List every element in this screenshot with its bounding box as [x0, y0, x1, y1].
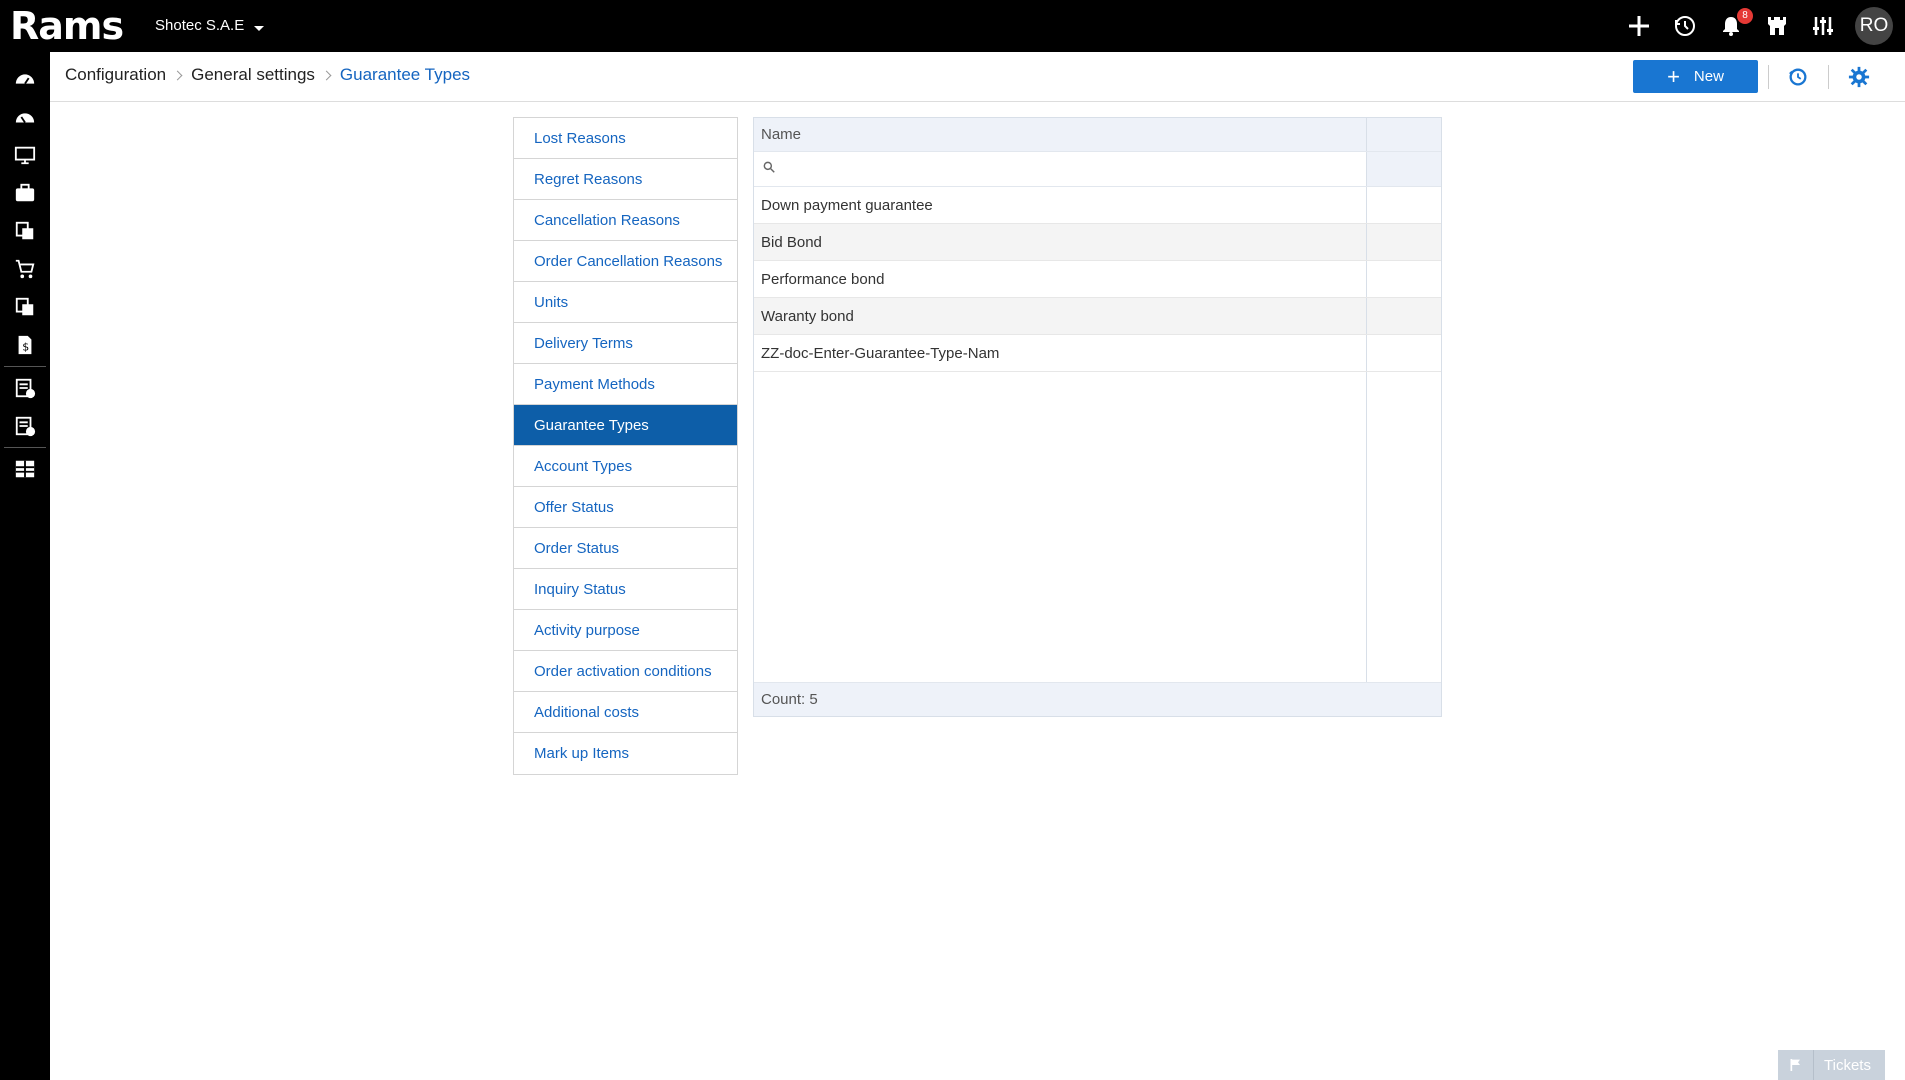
top-bar: Rams Shotec S.A.E 8 RO: [0, 0, 1905, 52]
column-header-actions: [1367, 118, 1441, 151]
user-avatar[interactable]: RO: [1855, 7, 1893, 45]
settings-item-additional-costs[interactable]: Additional costs: [514, 692, 737, 733]
new-button-label: New: [1693, 68, 1724, 85]
column-header-name[interactable]: Name: [754, 118, 1367, 151]
settings-item-cancellation-reasons[interactable]: Cancellation Reasons: [514, 200, 737, 241]
guarantee-types-grid: Name Down payment guarantee Bid Bond Per…: [753, 117, 1442, 717]
grid-header: Name: [754, 118, 1441, 152]
monitor-icon[interactable]: [0, 136, 50, 174]
app-logo[interactable]: Rams: [10, 4, 124, 48]
search-icon: [762, 160, 776, 179]
settings-item-lost-reasons[interactable]: Lost Reasons: [514, 118, 737, 159]
breadcrumb: Configuration General settings Guarantee…: [65, 65, 470, 85]
cell-name: Waranty bond: [754, 298, 1367, 334]
breadcrumb-current: Guarantee Types: [339, 65, 471, 84]
settings-item-payment-methods[interactable]: Payment Methods: [514, 364, 737, 405]
tickets-label: Tickets: [1824, 1056, 1871, 1074]
cell-name: Down payment guarantee: [754, 187, 1367, 223]
add-icon[interactable]: [1625, 12, 1653, 40]
left-sidebar: $: [0, 52, 50, 1080]
grid-empty-area: [754, 372, 1441, 682]
chevron-down-icon: [254, 26, 265, 31]
documents-icon[interactable]: [0, 212, 50, 250]
history-icon[interactable]: [1671, 12, 1699, 40]
refresh-icon[interactable]: [1785, 64, 1811, 90]
chevron-right-icon: [321, 70, 332, 80]
castle-icon[interactable]: [1763, 12, 1791, 40]
toolbar-divider: [1828, 65, 1829, 89]
settings-item-account-types[interactable]: Account Types: [514, 446, 737, 487]
settings-item-offer-status[interactable]: Offer Status: [514, 487, 737, 528]
tickets-button[interactable]: Tickets: [1778, 1050, 1885, 1080]
notification-badge: 8: [1737, 8, 1753, 24]
chevron-right-icon: [172, 70, 183, 80]
breadcrumb-general-settings[interactable]: General settings: [191, 65, 315, 85]
breadcrumb-configuration[interactable]: Configuration: [65, 65, 166, 85]
sliders-icon[interactable]: [1809, 12, 1837, 40]
settings-item-guarantee-types[interactable]: Guarantee Types: [514, 405, 737, 446]
cart-icon[interactable]: [0, 250, 50, 288]
company-name: Shotec S.A.E: [155, 17, 245, 34]
approved-docs-icon[interactable]: [0, 369, 50, 407]
settings-item-order-activation-conditions[interactable]: Order activation conditions: [514, 651, 737, 692]
company-selector[interactable]: Shotec S.A.E: [155, 17, 265, 34]
page-header: Configuration General settings Guarantee…: [50, 52, 1905, 102]
filter-actions-cell: [1367, 152, 1441, 186]
flag-icon: [1778, 1050, 1814, 1080]
settings-item-units[interactable]: Units: [514, 282, 737, 323]
reports-icon[interactable]: [0, 450, 50, 488]
settings-item-inquiry-status[interactable]: Inquiry Status: [514, 569, 737, 610]
grid-filter-row: [754, 152, 1441, 187]
table-row[interactable]: Bid Bond: [754, 224, 1441, 261]
settings-menu: Lost Reasons Regret Reasons Cancellation…: [513, 117, 738, 775]
notifications-icon[interactable]: 8: [1717, 8, 1753, 40]
table-row[interactable]: Waranty bond: [754, 298, 1441, 335]
grid-footer-count: Count: 5: [754, 682, 1441, 716]
speedometer-icon[interactable]: [0, 98, 50, 136]
plus-icon: +: [1667, 63, 1680, 89]
table-row[interactable]: ZZ-doc-Enter-Guarantee-Type-Nam: [754, 335, 1441, 372]
cell-name: Performance bond: [754, 261, 1367, 297]
settings-item-delivery-terms[interactable]: Delivery Terms: [514, 323, 737, 364]
rejected-docs-icon[interactable]: [0, 407, 50, 445]
svg-text:$: $: [22, 341, 29, 354]
sidebar-divider: [4, 447, 46, 448]
toolbar-divider: [1768, 65, 1769, 89]
new-button[interactable]: + New: [1633, 60, 1758, 93]
settings-item-activity-purpose[interactable]: Activity purpose: [514, 610, 737, 651]
logo-text: Rams: [10, 4, 124, 48]
briefcase-icon[interactable]: [0, 174, 50, 212]
gear-icon[interactable]: [1846, 64, 1872, 90]
cell-name: Bid Bond: [754, 224, 1367, 260]
settings-item-order-cancellation-reasons[interactable]: Order Cancellation Reasons: [514, 241, 737, 282]
top-actions: 8 RO: [1625, 7, 1893, 45]
files-icon[interactable]: [0, 288, 50, 326]
table-row[interactable]: Down payment guarantee: [754, 187, 1441, 224]
invoice-icon[interactable]: $: [0, 326, 50, 364]
table-row[interactable]: Performance bond: [754, 261, 1441, 298]
dashboard-icon[interactable]: [0, 60, 50, 98]
name-filter-cell[interactable]: [754, 152, 1367, 186]
sidebar-divider: [4, 366, 46, 367]
settings-item-regret-reasons[interactable]: Regret Reasons: [514, 159, 737, 200]
settings-item-order-status[interactable]: Order Status: [514, 528, 737, 569]
cell-name: ZZ-doc-Enter-Guarantee-Type-Nam: [754, 335, 1367, 371]
settings-item-mark-up-items[interactable]: Mark up Items: [514, 733, 737, 774]
